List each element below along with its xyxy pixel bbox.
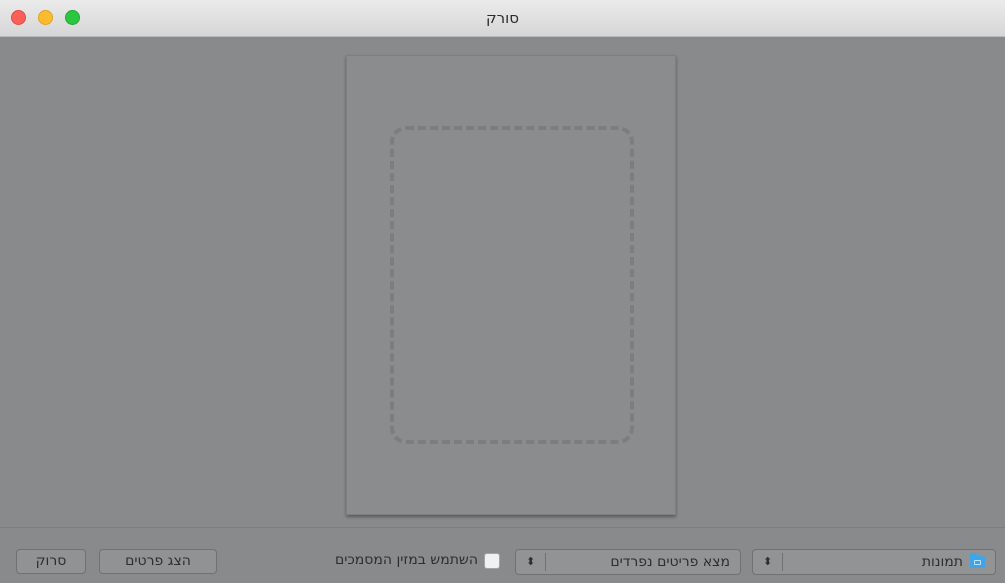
scan-region-placeholder <box>390 126 634 444</box>
bottom-toolbar: סרוק הצג פרטים השתמש במזין המסמכים ⬍ מצא… <box>0 528 1005 583</box>
folder-icon <box>970 553 985 568</box>
title-bar: סורק <box>0 0 1005 37</box>
select-divider <box>782 553 783 571</box>
find-items-value: מצא פריטים נפרדים <box>610 554 730 570</box>
find-items-select[interactable]: ⬍ מצא פריטים נפרדים <box>515 549 741 575</box>
select-arrows-icon: ⬍ <box>526 555 536 568</box>
document-feeder-label: השתמש במזין המסמכים <box>334 552 478 568</box>
select-divider <box>545 553 546 571</box>
window-title: סורק <box>486 9 519 27</box>
destination-select[interactable]: ⬍ תמונות <box>752 549 996 575</box>
show-details-button[interactable]: הצג פרטים <box>99 549 217 574</box>
preview-page[interactable] <box>346 55 676 515</box>
destination-value: תמונות <box>921 554 963 570</box>
scan-button[interactable]: סרוק <box>16 549 86 574</box>
document-feeder-option[interactable]: השתמש במזין המסמכים <box>282 552 500 572</box>
select-arrows-icon: ⬍ <box>763 555 773 568</box>
scanner-window: סורק סרוק הצג פרטים השתמש במזין המסמכים … <box>0 0 1005 583</box>
document-feeder-checkbox[interactable] <box>484 553 500 569</box>
scan-preview-area[interactable] <box>0 37 1005 527</box>
